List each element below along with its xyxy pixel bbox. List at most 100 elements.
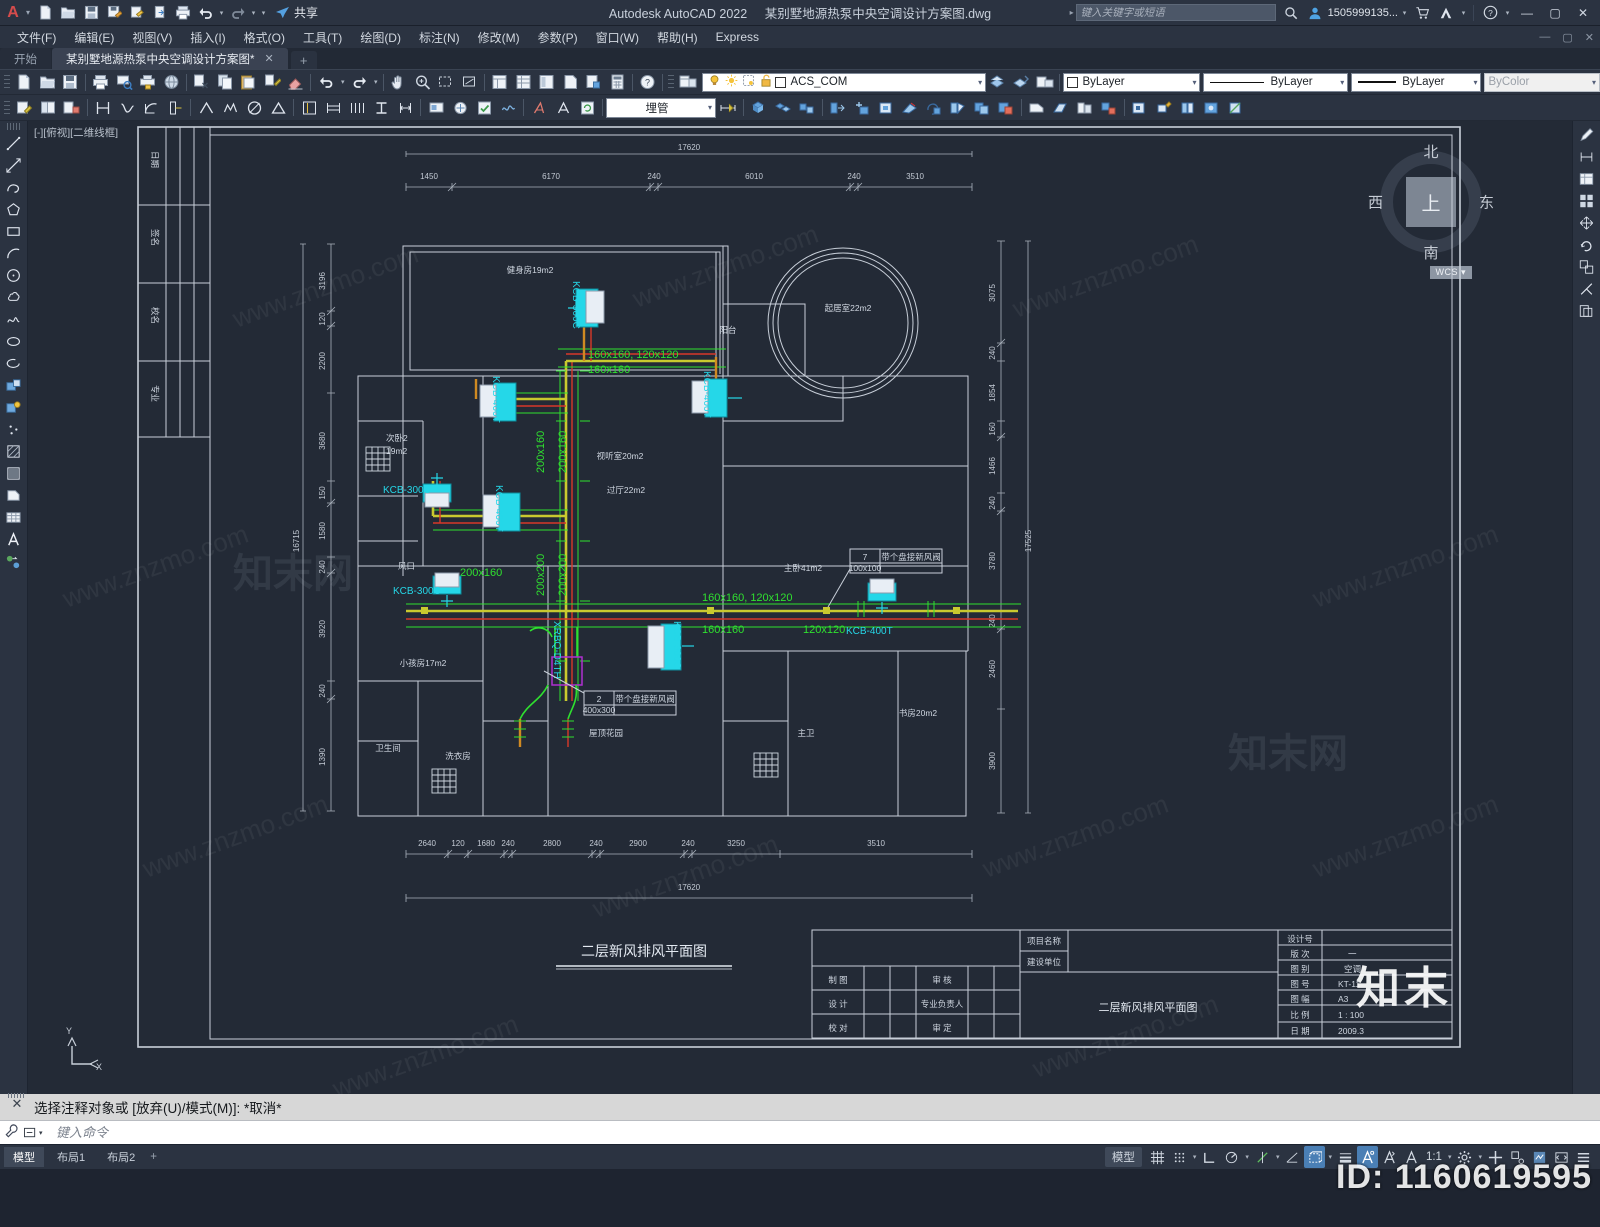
chevron-down-icon[interactable]: ▾ bbox=[704, 103, 712, 112]
search-box[interactable] bbox=[1075, 4, 1276, 21]
command-input-row[interactable]: ▾ bbox=[0, 1120, 1600, 1144]
save-as-icon[interactable] bbox=[103, 2, 125, 24]
snap-caret-icon[interactable]: ▾ bbox=[1191, 1153, 1199, 1161]
menu-item-edit[interactable]: 编辑(E) bbox=[65, 27, 123, 48]
pan-hand-icon[interactable] bbox=[387, 71, 410, 93]
subtract-icon[interactable] bbox=[994, 97, 1018, 119]
save-icon[interactable] bbox=[80, 2, 102, 24]
new-tab-button[interactable]: + bbox=[290, 51, 317, 69]
scale-palette-icon[interactable] bbox=[1576, 256, 1598, 277]
infocenter-caret-icon[interactable]: ▸ bbox=[1070, 8, 1074, 17]
linetype-combo[interactable]: ByLayer ▾ bbox=[1203, 72, 1349, 92]
chevron-down-icon[interactable]: ▾ bbox=[974, 78, 982, 87]
elliptical-arc-icon[interactable] bbox=[3, 353, 25, 374]
spline-icon[interactable] bbox=[3, 309, 25, 330]
flatshot-icon[interactable] bbox=[1176, 97, 1200, 119]
union-icon[interactable] bbox=[970, 97, 994, 119]
close-button[interactable]: ✕ bbox=[1570, 1, 1596, 25]
layer-unlocked-viewport-icon[interactable] bbox=[742, 74, 755, 90]
material-attach-icon[interactable] bbox=[1152, 97, 1176, 119]
text-style-icon[interactable] bbox=[551, 97, 575, 119]
layer-unlock-icon[interactable] bbox=[760, 74, 772, 90]
tab-drawing[interactable]: 某别墅地源热泵中央空调设计方案图* ✕ bbox=[52, 48, 288, 69]
layer-previous-icon[interactable] bbox=[1010, 71, 1033, 93]
redo-icon[interactable] bbox=[347, 71, 371, 93]
publish-icon[interactable] bbox=[149, 2, 171, 24]
3d-array-icon[interactable] bbox=[795, 97, 819, 119]
autodesk-caret-icon[interactable]: ▾ bbox=[1459, 9, 1468, 17]
minimize-button[interactable]: — bbox=[1514, 1, 1540, 25]
shell-icon[interactable] bbox=[1025, 97, 1049, 119]
lineweight-combo[interactable]: ByLayer ▾ bbox=[1351, 72, 1482, 92]
3d-move-icon[interactable] bbox=[747, 97, 771, 119]
rotate-palette-icon[interactable] bbox=[1576, 234, 1598, 255]
insert-block-icon[interactable] bbox=[3, 375, 25, 396]
move-3d-gizmo-icon[interactable] bbox=[850, 97, 874, 119]
layer-manager-icon[interactable] bbox=[1576, 168, 1598, 189]
undo-icon[interactable] bbox=[314, 71, 338, 93]
layer-properties-icon[interactable] bbox=[676, 71, 699, 93]
edit-block-icon[interactable] bbox=[12, 97, 36, 119]
object-snap-icon[interactable] bbox=[1252, 1146, 1273, 1168]
slice-icon[interactable] bbox=[898, 97, 922, 119]
erase-icon[interactable] bbox=[284, 71, 307, 93]
undo-caret-icon[interactable]: ▾ bbox=[338, 78, 347, 86]
object-group-combo[interactable]: 埋管 ▾ bbox=[606, 97, 716, 118]
layer-toolbar-grip[interactable] bbox=[668, 73, 675, 91]
copy-icon[interactable] bbox=[213, 71, 236, 93]
table-icon[interactable] bbox=[3, 507, 25, 528]
plot-icon[interactable] bbox=[136, 71, 159, 93]
menu-item-insert[interactable]: 插入(I) bbox=[181, 27, 234, 48]
imprint-icon[interactable] bbox=[1073, 97, 1097, 119]
close-icon[interactable]: ✕ bbox=[264, 52, 273, 65]
layout-tab-layout2[interactable]: 布局2 bbox=[98, 1147, 144, 1167]
design-center-icon[interactable] bbox=[511, 71, 534, 93]
refresh-text-icon[interactable] bbox=[575, 97, 599, 119]
circle-icon[interactable] bbox=[242, 97, 266, 119]
chevron-down-icon[interactable]: ▾ bbox=[1336, 78, 1344, 87]
dim-quick-icon[interactable] bbox=[1576, 146, 1598, 167]
help-caret-icon[interactable]: ▾ bbox=[1503, 9, 1512, 17]
draw-toolbar-grip[interactable] bbox=[4, 98, 10, 117]
share-button[interactable]: 共享 bbox=[269, 4, 324, 21]
render-icon[interactable] bbox=[1200, 97, 1224, 119]
zoom-extents-icon[interactable] bbox=[411, 71, 434, 93]
chevron-down-icon[interactable]: ▾ bbox=[1469, 78, 1477, 87]
block-library-icon[interactable] bbox=[36, 97, 60, 119]
line-icon[interactable] bbox=[194, 97, 218, 119]
insert-point-icon[interactable] bbox=[448, 97, 472, 119]
stair-icon[interactable] bbox=[345, 97, 369, 119]
command-input[interactable] bbox=[56, 1125, 1600, 1140]
menu-item-draw[interactable]: 绘图(D) bbox=[351, 27, 410, 48]
layer-states-icon[interactable] bbox=[1033, 71, 1056, 93]
osnap-caret-icon[interactable]: ▾ bbox=[1274, 1153, 1282, 1161]
user-account-label[interactable]: 1505999135... bbox=[1328, 7, 1398, 19]
layout-tab-model[interactable]: 模型 bbox=[4, 1147, 44, 1167]
extrude-icon[interactable] bbox=[826, 97, 850, 119]
user-avatar-icon[interactable] bbox=[1304, 2, 1326, 24]
taper-icon[interactable] bbox=[1049, 97, 1073, 119]
construction-line-icon[interactable] bbox=[3, 155, 25, 176]
qat-overflow-caret-icon[interactable]: ▾ bbox=[259, 9, 268, 17]
visual-style-icon[interactable] bbox=[1224, 97, 1248, 119]
doc-restore-icon[interactable]: ▢ bbox=[1562, 31, 1572, 44]
ducs-caret-icon[interactable]: ▾ bbox=[1326, 1153, 1334, 1161]
object-color-combo[interactable]: ByLayer ▾ bbox=[1063, 72, 1201, 92]
rotate-3d-icon[interactable] bbox=[922, 97, 946, 119]
new-layout-button[interactable]: + bbox=[144, 1149, 163, 1165]
zoom-window-icon[interactable] bbox=[434, 71, 457, 93]
drawing-canvas[interactable]: [-][俯视][二维线框] www.znzmo.com www.znzmo.co… bbox=[28, 121, 1572, 1094]
triangle-icon[interactable] bbox=[266, 97, 290, 119]
grid-palette-icon[interactable] bbox=[1576, 190, 1598, 211]
cut-icon[interactable] bbox=[190, 71, 213, 93]
help-icon[interactable]: ? bbox=[636, 71, 659, 93]
open-folder-icon[interactable] bbox=[57, 2, 79, 24]
print-icon[interactable] bbox=[172, 2, 194, 24]
paste-icon[interactable] bbox=[237, 71, 260, 93]
ducs-icon[interactable] bbox=[1304, 1146, 1326, 1168]
add-selected-icon[interactable] bbox=[3, 551, 25, 572]
chevron-down-icon[interactable]: ▾ bbox=[1188, 78, 1196, 87]
undo-dropdown-caret-icon[interactable]: ▾ bbox=[217, 9, 226, 17]
menu-item-dimension[interactable]: 标注(N) bbox=[410, 27, 469, 48]
polygon-icon[interactable] bbox=[3, 199, 25, 220]
